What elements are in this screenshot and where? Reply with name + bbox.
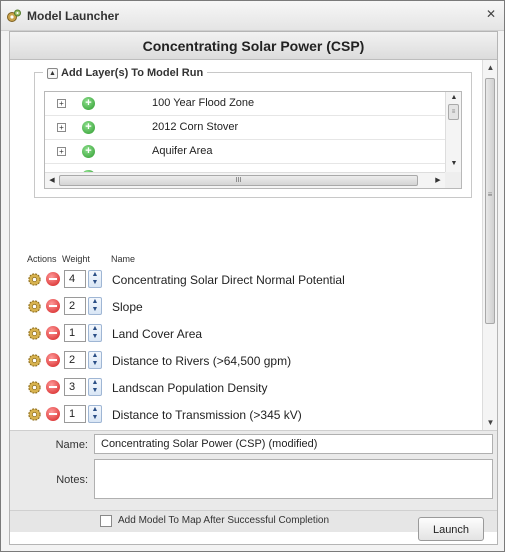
add-to-map-label[interactable]: Add Model To Map After Successful Comple… bbox=[118, 515, 329, 526]
parameter-name: Slope bbox=[112, 300, 143, 314]
notes-label: Notes: bbox=[56, 474, 88, 486]
window-title: Model Launcher bbox=[27, 9, 120, 23]
scroll-thumb[interactable]: ≡ bbox=[448, 104, 459, 120]
weight-column-header: Weight bbox=[62, 254, 90, 264]
model-name-field[interactable] bbox=[94, 434, 493, 454]
spin-down-icon[interactable]: ▼ bbox=[89, 333, 101, 341]
model-settings-scroll-area[interactable]: ▲ Add Layer(s) To Model Run + + 100 Year … bbox=[10, 60, 497, 430]
layer-row[interactable]: + + 100 Year Flood Zone bbox=[45, 92, 447, 116]
gear-icon[interactable] bbox=[27, 353, 42, 368]
expand-plus-icon[interactable]: + bbox=[57, 147, 66, 156]
spin-down-icon[interactable]: ▼ bbox=[89, 279, 101, 287]
parameter-row: 4 ▲ ▼ Concentrating Solar Direct Normal P… bbox=[10, 267, 480, 294]
scroll-left-icon[interactable]: ◀ bbox=[45, 173, 59, 188]
layer-row[interactable]: + + Aquifer Area bbox=[45, 140, 447, 164]
add-layer-icon[interactable]: + bbox=[82, 97, 95, 110]
spin-up-icon[interactable]: ▲ bbox=[89, 325, 101, 333]
weight-spinner[interactable]: ▲ ▼ bbox=[88, 297, 102, 315]
spin-down-icon[interactable]: ▼ bbox=[89, 387, 101, 395]
layer-list-vertical-scrollbar[interactable]: ▲ ≡ ▼ bbox=[445, 92, 461, 174]
add-layers-fieldset: ▲ Add Layer(s) To Model Run + + 100 Year … bbox=[34, 65, 472, 198]
parameter-name: Landscan Population Density bbox=[112, 381, 268, 395]
close-icon[interactable]: ✕ bbox=[484, 8, 498, 22]
layer-name: 100 Year Flood Zone bbox=[152, 97, 255, 109]
actions-column-header: Actions bbox=[27, 254, 57, 264]
add-layers-legend[interactable]: ▲ Add Layer(s) To Model Run bbox=[43, 65, 208, 81]
weight-spinner[interactable]: ▲ ▼ bbox=[88, 270, 102, 288]
parameter-name: Distance to Transmission (>345 kV) bbox=[112, 408, 302, 422]
remove-icon[interactable] bbox=[46, 380, 60, 394]
add-layer-icon[interactable]: + bbox=[82, 145, 95, 158]
gear-icon[interactable] bbox=[27, 407, 42, 422]
remove-icon[interactable] bbox=[46, 326, 60, 340]
horizontal-scroll-thumb[interactable]: III bbox=[59, 175, 418, 186]
settings-vertical-scrollbar[interactable]: ▲ ≡ ▼ bbox=[482, 60, 497, 430]
notes-field[interactable] bbox=[94, 459, 493, 499]
parameter-name: Concentrating Solar Direct Normal Potent… bbox=[112, 273, 345, 287]
parameter-row: 1 ▲ ▼ Land Cover Area bbox=[10, 321, 480, 348]
model-launcher-window: Model Launcher ✕ Concentrating Solar Pow… bbox=[0, 0, 505, 552]
remove-icon[interactable] bbox=[46, 407, 60, 421]
scroll-thumb[interactable] bbox=[485, 78, 495, 324]
parameter-row: 2 ▲ ▼ Distance to Rivers (>64,500 gpm) bbox=[10, 348, 480, 375]
scroll-grip-icon: ≡ bbox=[487, 190, 493, 199]
weight-spinner[interactable]: ▲ ▼ bbox=[88, 378, 102, 396]
layer-list[interactable]: + + 100 Year Flood Zone + + 2012 Corn St… bbox=[44, 91, 462, 189]
remove-icon[interactable] bbox=[46, 353, 60, 367]
layer-name: 2012 Corn Stover bbox=[152, 121, 239, 133]
scroll-down-icon[interactable]: ▼ bbox=[446, 158, 461, 170]
scroll-up-icon[interactable]: ▲ bbox=[483, 60, 497, 75]
launch-button[interactable]: Launch bbox=[418, 517, 484, 541]
gear-icon[interactable] bbox=[27, 299, 42, 314]
gear-icon[interactable] bbox=[27, 380, 42, 395]
name-column-header: Name bbox=[111, 254, 136, 264]
spin-down-icon[interactable]: ▼ bbox=[89, 360, 101, 368]
title-bar[interactable]: Model Launcher ✕ bbox=[1, 1, 504, 31]
add-to-map-checkbox[interactable] bbox=[100, 515, 112, 527]
scroll-up-icon[interactable]: ▲ bbox=[446, 92, 461, 104]
name-label: Name: bbox=[55, 439, 88, 451]
layer-row[interactable]: + + 2012 Corn Stover bbox=[45, 116, 447, 140]
weight-input[interactable]: 1 bbox=[64, 405, 86, 423]
expand-plus-icon[interactable]: + bbox=[57, 99, 66, 108]
remove-icon[interactable] bbox=[46, 299, 60, 313]
remove-icon[interactable] bbox=[46, 272, 60, 286]
add-layer-icon[interactable]: + bbox=[82, 121, 95, 134]
model-gears-icon bbox=[7, 9, 21, 22]
spin-down-icon[interactable]: ▼ bbox=[89, 414, 101, 422]
weight-spinner[interactable]: ▲ ▼ bbox=[88, 324, 102, 342]
weight-input[interactable]: 1 bbox=[64, 324, 86, 342]
spin-up-icon[interactable]: ▲ bbox=[89, 271, 101, 279]
weight-input[interactable]: 2 bbox=[64, 297, 86, 315]
collapse-toggle-icon[interactable]: ▲ bbox=[47, 67, 58, 79]
parameter-row: 2 ▲ ▼ Slope bbox=[10, 294, 480, 321]
launcher-panel: Concentrating Solar Power (CSP) ▲ Add Lay… bbox=[9, 31, 498, 545]
layer-name: Aquifer Area bbox=[152, 145, 213, 157]
scroll-right-icon[interactable]: ▶ bbox=[431, 173, 445, 188]
weight-spinner[interactable]: ▲ ▼ bbox=[88, 405, 102, 423]
spin-down-icon[interactable]: ▼ bbox=[89, 306, 101, 314]
spin-up-icon[interactable]: ▲ bbox=[89, 379, 101, 387]
parameter-row: 3 ▲ ▼ Landscan Population Density bbox=[10, 375, 480, 402]
spin-up-icon[interactable]: ▲ bbox=[89, 298, 101, 306]
weight-input[interactable]: 3 bbox=[64, 378, 86, 396]
parameter-name: Land Cover Area bbox=[112, 327, 203, 341]
weight-input[interactable]: 4 bbox=[64, 270, 86, 288]
add-layers-title: Add Layer(s) To Model Run bbox=[61, 67, 204, 79]
model-title: Concentrating Solar Power (CSP) bbox=[10, 32, 497, 60]
model-details-form: Name: Notes: bbox=[10, 430, 497, 510]
weight-input[interactable]: 2 bbox=[64, 351, 86, 369]
gear-icon[interactable] bbox=[27, 272, 42, 287]
scroll-down-icon[interactable]: ▼ bbox=[483, 415, 497, 430]
layer-list-horizontal-scrollbar[interactable]: ◀ III ▶ bbox=[45, 172, 447, 188]
gear-icon[interactable] bbox=[27, 326, 42, 341]
spin-up-icon[interactable]: ▲ bbox=[89, 406, 101, 414]
parameter-name: Distance to Rivers (>64,500 gpm) bbox=[112, 354, 292, 368]
weight-spinner[interactable]: ▲ ▼ bbox=[88, 351, 102, 369]
scroll-corner bbox=[445, 172, 461, 188]
spin-up-icon[interactable]: ▲ bbox=[89, 352, 101, 360]
expand-plus-icon[interactable]: + bbox=[57, 123, 66, 132]
parameter-row: 1 ▲ ▼ Distance to Transmission (>345 kV) bbox=[10, 402, 480, 429]
